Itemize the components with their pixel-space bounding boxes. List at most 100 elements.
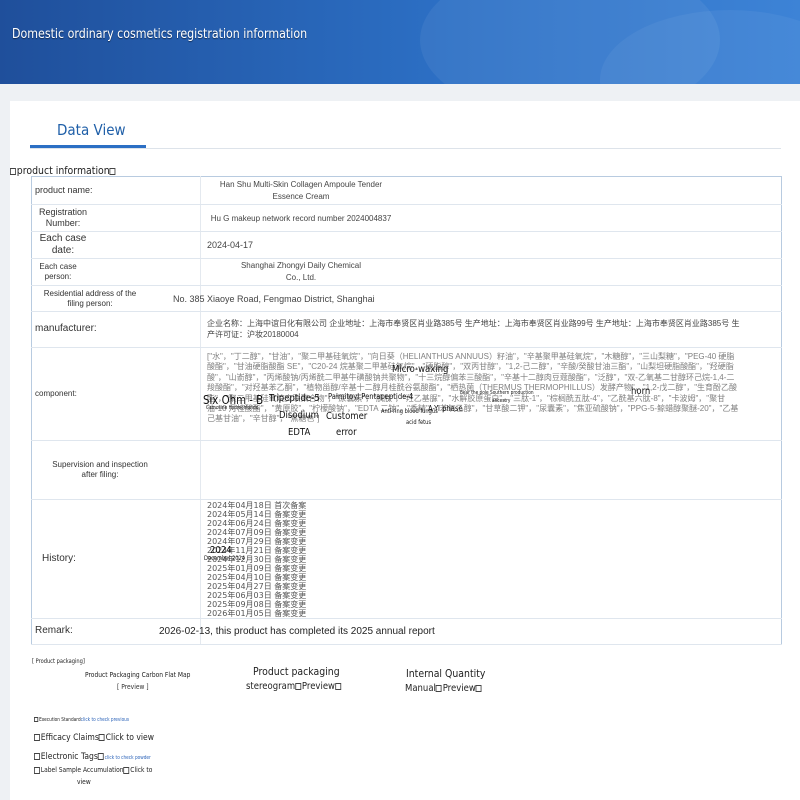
history-entry: 2025年01月09日 备案变更	[207, 563, 307, 573]
electronic-tags-link[interactable]: click to check powder	[105, 755, 151, 761]
square-icon	[475, 684, 482, 692]
row-label: History:	[31, 499, 201, 619]
square-icon	[295, 682, 302, 690]
electronic-tags-row: Electronic Tags click to check powder	[34, 752, 151, 762]
execution-standard-row: Execution Standardclick to check previou…	[34, 717, 129, 723]
history-entry: 2024年04月18日 首次备案	[207, 500, 307, 510]
table-row: Residential address of the filing person:…	[31, 285, 782, 312]
overlay-text: error	[336, 427, 357, 438]
square-icon	[34, 734, 40, 741]
component-label: component:	[35, 389, 77, 398]
registration-label: Number:	[45, 218, 81, 228]
history-entry: 2024年05月14日 备案变更	[207, 509, 307, 519]
tab-data-view[interactable]: Data View	[57, 121, 126, 139]
history-entry: 2025年04月10日 备案变更	[207, 572, 307, 582]
product-name-value: Essence Cream	[272, 191, 330, 201]
history-entry: 2025年06月03日 备案变更	[207, 590, 307, 600]
efficacy-link[interactable]: Click to view	[106, 733, 154, 743]
row-value: Han Shu Multi-Skin Collagen Ampoule Tend…	[200, 176, 782, 205]
overlay-text: Disodium	[279, 410, 319, 421]
residential-label: filing person:	[67, 298, 113, 308]
row-value: No. 385 Xiaoye Road, Fengmao District, S…	[173, 285, 782, 312]
stereogram-preview[interactable]: stereogram Preview	[246, 681, 342, 692]
overlay-text: EDTA	[288, 427, 311, 438]
table-row: History: 2024年04月18日 首次备案 2024年05月14日 备案…	[31, 499, 782, 619]
supervision-label: after filing:	[81, 470, 119, 479]
history-entry: 2024年07月29日 备案变更	[207, 536, 307, 546]
registration-value: Hu G makeup network record number 202400…	[210, 213, 392, 223]
residential-value: No. 385 Xiaoye Road, Fengmao District, S…	[173, 293, 375, 304]
overlay-text: Micro-waxing	[392, 364, 449, 375]
history-entry: 2025年04月27日 备案变更	[207, 581, 307, 591]
manufacturer-label: manufacturer:	[35, 323, 97, 335]
stereogram-preview-link[interactable]: Preview	[302, 681, 335, 692]
overlay-text: Customer	[326, 411, 368, 422]
stereogram-label: stereogram	[246, 681, 296, 692]
row-value: Hu G makeup network record number 202400…	[200, 204, 782, 232]
label-sample-link[interactable]: view	[77, 778, 91, 786]
execution-standard-label: Execution Standard	[39, 717, 81, 723]
history-entry: 2024年06月24日 备案变更	[207, 518, 307, 528]
execution-standard-link[interactable]: click to check previous	[81, 717, 129, 723]
overlay-text: Palmitoyl Pentapeptide-4	[328, 392, 414, 401]
overlay-text: Bear the pole Southern production	[460, 390, 534, 396]
case-person-label: Each case	[39, 262, 77, 271]
history-entry: 2026年01月05日 备案变更	[207, 608, 307, 618]
banner-title: Domestic ordinary cosmetics registration…	[12, 27, 308, 42]
row-label: Supervision and inspection after filing:	[31, 440, 201, 500]
case-person-value: Shanghai Zhongyi Daily Chemical	[240, 261, 362, 270]
row-value: 2026-02-13, this product has completed i…	[159, 618, 782, 645]
page-banner: Domestic ordinary cosmetics registration…	[0, 0, 800, 84]
remark-value: 2026-02-13, this product has completed i…	[159, 626, 435, 637]
supervision-value	[200, 440, 782, 500]
history-entry: 2025年09月08日 备案变更	[207, 599, 307, 609]
electronic-tags-label: Electronic Tags	[40, 752, 98, 762]
table-row: Supervision and inspection after filing:	[31, 440, 782, 500]
overlay-text: December 2024	[204, 555, 246, 562]
efficacy-row: Efficacy Claims Click to view	[34, 733, 154, 743]
table-row: product name: Han Shu Multi-Skin Collage…	[31, 176, 782, 205]
manufacturer-value: 企业名称：上海中谊日化有限公司 企业地址：上海市奉贤区肖业路385号 生产地址：…	[200, 311, 782, 348]
overlay-text: Tripeptide-5	[269, 393, 320, 404]
manual-label: Internal Quantity	[406, 667, 486, 680]
square-icon	[10, 167, 16, 175]
case-person-value: Co., Ltd.	[285, 273, 317, 282]
row-label: Each case person:	[31, 258, 201, 286]
square-icon	[109, 167, 116, 175]
table-row: Each case date: 2024-04-17	[31, 231, 782, 259]
square-icon	[34, 717, 39, 722]
product-name-value: Han Shu Multi-Skin Collagen Ampoule Tend…	[219, 179, 383, 189]
case-date-value: 2024-04-17	[200, 231, 782, 259]
row-label: Registration Number:	[31, 204, 201, 232]
product-packaging-tag: [ Product packaging]	[32, 658, 85, 665]
row-label: Each case date:	[31, 231, 201, 259]
flat-map-preview-link[interactable]: [ Preview ]	[117, 683, 149, 691]
overlay-text: acid fetus	[406, 419, 432, 426]
supervision-label: Supervision and inspection	[52, 460, 148, 469]
row-label: component:	[31, 347, 201, 441]
row-label: product name:	[31, 176, 201, 205]
square-icon	[34, 766, 40, 774]
square-icon	[97, 753, 104, 760]
label-sample-label: Label Sample Accumulation	[40, 766, 124, 774]
table-row: Registration Number: Hu G makeup network …	[31, 204, 782, 232]
overlay-text: ancestry	[492, 398, 511, 404]
row-value: Shanghai Zhongyi Daily Chemical Co., Ltd.	[200, 258, 782, 286]
row-value: 2024年04月18日 首次备案 2024年05月14日 备案变更 2024年0…	[200, 499, 782, 619]
stereogram-label: Product packaging	[253, 665, 340, 678]
square-icon	[335, 682, 341, 690]
manual-preview-link[interactable]: Preview	[443, 683, 476, 694]
manual-preview[interactable]: Manual Preview	[405, 683, 483, 694]
remark-label: Remark:	[35, 625, 73, 637]
product-name-label: product name:	[35, 184, 93, 195]
overlay-text: A-Yi phase	[428, 404, 463, 413]
table-row: manufacturer: 企业名称：上海中谊日化有限公司 企业地址：上海市奉贤…	[31, 311, 782, 348]
history-entry: 2024年12月30日 备案变更	[207, 554, 307, 564]
square-icon	[34, 753, 40, 760]
history-list: 2024年04月18日 首次备案 2024年05月14日 备案变更 2024年0…	[207, 501, 781, 618]
case-date-label: Each case	[39, 232, 87, 244]
history-entry: 2024年07月09日 备案变更	[207, 527, 307, 537]
table-row: Remark: 2026-02-13, this product has com…	[31, 618, 782, 645]
label-sample-link[interactable]: Click to	[130, 766, 152, 774]
row-label: manufacturer:	[31, 311, 201, 348]
